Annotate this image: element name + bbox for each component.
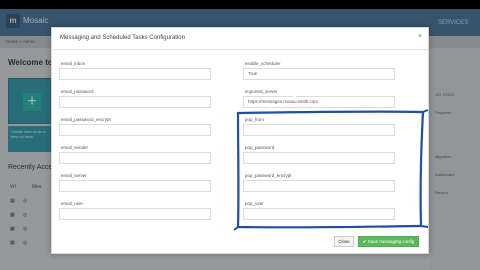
email-password-encrypt-input[interactable] bbox=[59, 124, 211, 136]
email-password-input[interactable] bbox=[59, 96, 211, 108]
config-modal: Messaging and Scheduled Tasks Configurat… bbox=[51, 27, 429, 254]
pop-user-input[interactable] bbox=[243, 208, 395, 220]
field-label-email-password-encrypt: email_password_encrypt bbox=[61, 117, 111, 122]
modal-header: Messaging and Scheduled Tasks Configurat… bbox=[52, 28, 428, 50]
field-label-imported-server: imported_server bbox=[245, 89, 278, 94]
field-label-pop-user: pop_user bbox=[245, 201, 264, 206]
field-label-email-inbox: email_inbox bbox=[61, 61, 86, 66]
field-label-email-user: email_user bbox=[61, 201, 84, 206]
field-label-pop-password-encrypt: pop_password_encrypt bbox=[245, 173, 292, 178]
pop-password-encrypt-input[interactable] bbox=[243, 180, 395, 192]
field-label-enable-scheduler: enable_scheduler bbox=[245, 61, 281, 66]
email-inbox-input[interactable] bbox=[59, 68, 211, 80]
email-server-input[interactable] bbox=[59, 180, 211, 192]
modal-title: Messaging and Scheduled Tasks Configurat… bbox=[60, 35, 185, 41]
close-button[interactable]: Close bbox=[334, 236, 354, 247]
field-label-pop-password: pop_password bbox=[245, 145, 275, 150]
screen: m Mosaic SERVICES Home > Admin Welcome to… bbox=[0, 0, 480, 270]
field-label-email-sender: email_sender bbox=[61, 145, 89, 150]
email-sender-input[interactable] bbox=[59, 152, 211, 164]
email-user-input[interactable] bbox=[59, 208, 211, 220]
field-label-email-password: email_password bbox=[61, 89, 94, 94]
save-messaging-config-button[interactable]: ✔ Save messaging config bbox=[358, 236, 419, 247]
pop-password-input[interactable] bbox=[243, 152, 395, 164]
imported-server-input[interactable]: https://messages.mosaicsmith.com bbox=[243, 96, 395, 108]
pop-from-input[interactable] bbox=[243, 124, 395, 136]
field-label-pop-from: pop_from bbox=[245, 117, 265, 122]
field-label-email-server: email_server bbox=[61, 173, 87, 178]
close-icon[interactable]: × bbox=[418, 33, 422, 40]
enable-scheduler-input[interactable]: True bbox=[243, 68, 395, 80]
